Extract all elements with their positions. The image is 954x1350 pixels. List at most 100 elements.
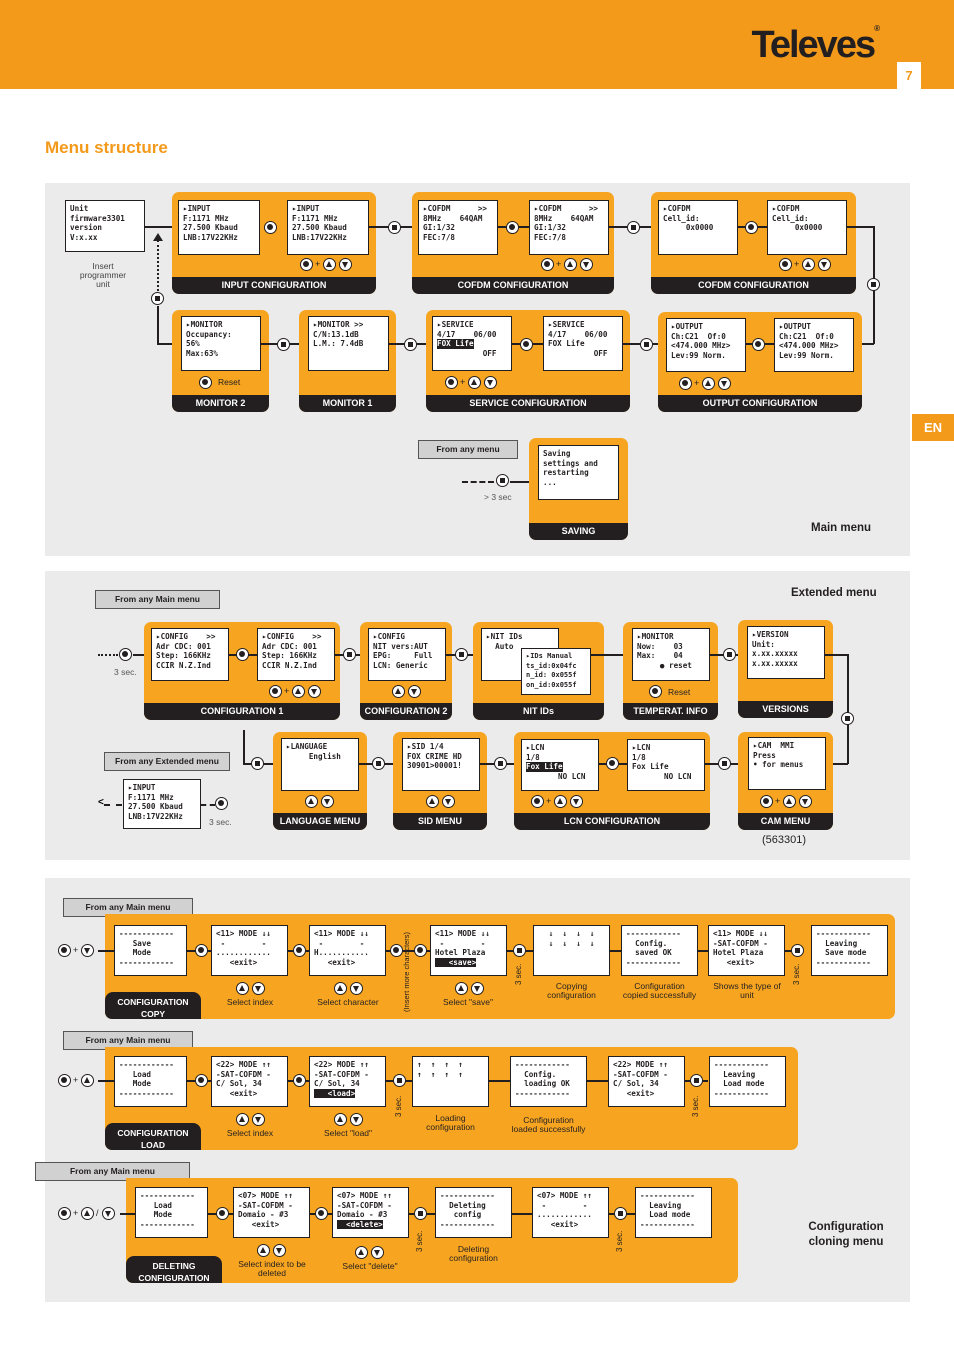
up-button-icon[interactable] [783,795,796,808]
stop-button-icon[interactable] [372,757,385,770]
stop-button-icon[interactable] [841,712,854,725]
stop-button-icon[interactable] [496,474,509,487]
down-button-icon[interactable] [339,258,352,271]
ok-button-icon[interactable] [216,1207,229,1220]
ok-button-icon[interactable] [58,944,71,957]
stop-button-icon[interactable] [388,221,401,234]
reset-button-icon[interactable] [199,376,212,389]
ok-button-icon[interactable] [541,258,554,271]
up-button-icon[interactable] [355,1246,368,1259]
stop-button-icon[interactable] [723,648,736,661]
stop-button-icon[interactable] [251,757,264,770]
group-label: OUTPUT CONFIGURATION [658,395,862,412]
ok-button-icon[interactable] [531,795,544,808]
step-caption: Select index [226,997,274,1007]
up-button-icon[interactable] [468,376,481,389]
plus-sign: + [556,259,562,269]
up-button-icon[interactable] [702,377,715,390]
ok-button-icon[interactable] [606,757,619,770]
stop-button-icon[interactable] [404,338,417,351]
ok-button-icon[interactable] [58,1074,71,1087]
up-button-icon[interactable] [564,258,577,271]
reset-label: Reset [218,377,241,387]
down-button-icon[interactable] [371,1246,384,1259]
down-button-icon[interactable] [350,982,363,995]
stop-button-icon[interactable] [455,648,468,661]
down-button-icon[interactable] [471,982,484,995]
down-button-icon[interactable] [580,258,593,271]
down-button-icon[interactable] [81,944,94,957]
up-button-icon[interactable] [323,258,336,271]
down-button-icon[interactable] [321,795,334,808]
reset-button-icon[interactable] [649,685,662,698]
up-button-icon[interactable] [802,258,815,271]
up-button-icon[interactable] [81,1207,94,1220]
down-button-icon[interactable] [273,1244,286,1257]
ok-button-icon[interactable] [58,1207,71,1220]
ok-button-icon[interactable] [293,944,306,957]
up-button-icon[interactable] [426,795,439,808]
up-button-icon[interactable] [392,685,405,698]
up-button-icon[interactable] [334,982,347,995]
ok-button-icon[interactable] [195,944,208,957]
stop-button-icon[interactable] [718,757,731,770]
up-button-icon[interactable] [236,982,249,995]
down-button-icon[interactable] [350,1113,363,1126]
lcd-screen: <11> MODE ↓↓ - -............ <exit> [211,925,288,976]
ok-button-icon[interactable] [236,648,249,661]
up-button-icon[interactable] [81,1074,94,1087]
down-button-icon[interactable] [799,795,812,808]
up-button-icon[interactable] [554,795,567,808]
stop-button-icon[interactable] [513,944,526,957]
down-button-icon[interactable] [570,795,583,808]
up-button-icon[interactable] [257,1244,270,1257]
ok-button-icon[interactable] [119,648,132,661]
ok-button-icon[interactable] [752,338,765,351]
down-button-icon[interactable] [252,1113,265,1126]
ok-button-icon[interactable] [745,221,758,234]
lcd-screen: ▸SERVICE 4/17 06/00 FOX Life OFF [432,316,512,371]
ok-button-icon[interactable] [293,1074,306,1087]
down-button-icon[interactable] [308,685,321,698]
ok-button-icon[interactable] [315,1207,328,1220]
stop-button-icon[interactable] [277,338,290,351]
ok-button-icon[interactable] [520,338,533,351]
ok-button-icon[interactable] [506,221,519,234]
ok-button-icon[interactable] [269,685,282,698]
ok-button-icon[interactable] [679,377,692,390]
stop-button-icon[interactable] [494,757,507,770]
stop-button-icon[interactable] [791,944,804,957]
down-button-icon[interactable] [718,377,731,390]
ok-button-icon[interactable] [264,221,277,234]
down-button-icon[interactable] [408,685,421,698]
stop-button-icon[interactable] [151,292,164,305]
ok-button-icon[interactable] [779,258,792,271]
ok-button-icon[interactable] [215,797,228,810]
stop-button-icon[interactable] [690,1074,703,1087]
lcd-screen: <07> MODE ↑↑ - -............ <exit> [532,1187,609,1238]
down-button-icon[interactable] [102,1207,115,1220]
up-button-icon[interactable] [236,1113,249,1126]
ok-button-icon[interactable] [195,1074,208,1087]
stop-button-icon[interactable] [640,338,653,351]
up-button-icon[interactable] [305,795,318,808]
up-button-icon[interactable] [455,982,468,995]
up-button-icon[interactable] [292,685,305,698]
down-button-icon[interactable] [252,982,265,995]
down-button-icon[interactable] [484,376,497,389]
stop-button-icon[interactable] [867,278,880,291]
stop-button-icon[interactable] [627,221,640,234]
ok-button-icon[interactable] [760,795,773,808]
group-label: MONITOR 2 [172,395,269,412]
stop-button-icon[interactable] [614,1207,627,1220]
stop-button-icon[interactable] [343,648,356,661]
ok-button-icon[interactable] [300,258,313,271]
stop-button-icon[interactable] [393,1074,406,1087]
ok-button-icon[interactable] [445,376,458,389]
down-button-icon[interactable] [818,258,831,271]
down-button-icon[interactable] [442,795,455,808]
ok-button-icon[interactable] [414,944,427,957]
callout-from-any-menu: From any menu [418,440,518,459]
up-button-icon[interactable] [334,1113,347,1126]
stop-button-icon[interactable] [414,1207,427,1220]
